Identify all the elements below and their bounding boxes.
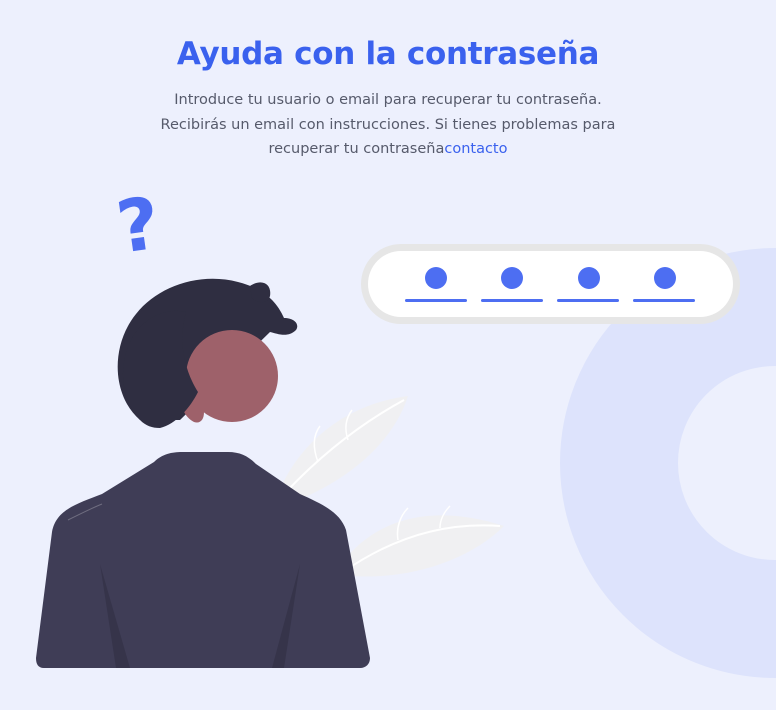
pin-input-bubble — [361, 244, 740, 324]
decorative-ring — [560, 248, 776, 678]
question-mark-icon: ? — [112, 181, 165, 270]
pin-dot-1 — [425, 267, 447, 289]
pin-dot-4 — [654, 267, 676, 289]
forgot-password-illustration: ? — [36, 181, 776, 678]
pin-dot-2 — [501, 267, 523, 289]
svg-text:?: ? — [112, 181, 165, 270]
password-help-page: Ayuda con la contraseña Introduce tu usu… — [0, 0, 776, 710]
pin-dot-3 — [578, 267, 600, 289]
